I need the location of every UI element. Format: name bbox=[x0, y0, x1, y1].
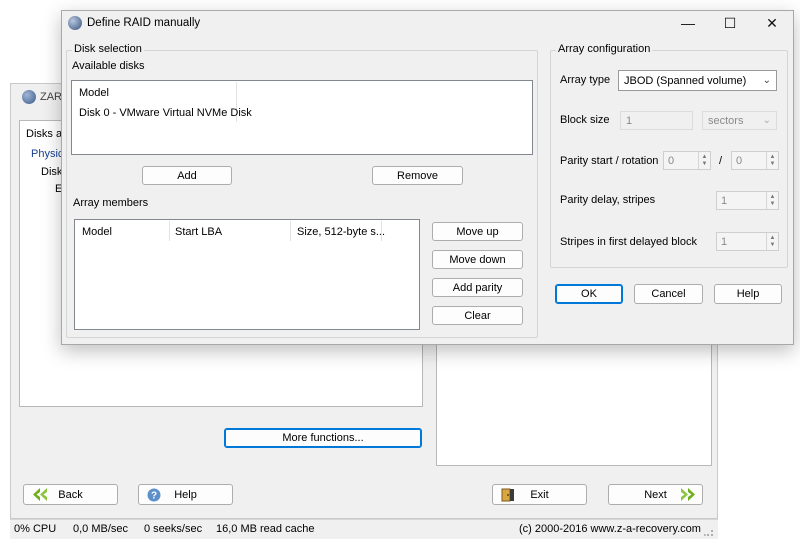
array-type-value: JBOD (Spanned volume) bbox=[624, 74, 747, 87]
back-button[interactable]: Back bbox=[23, 484, 118, 505]
column-separator bbox=[290, 221, 291, 241]
dialog-title: Define RAID manually bbox=[87, 17, 201, 29]
parity-delay-label: Parity delay, stripes bbox=[560, 194, 656, 206]
status-seeks: 0 seeks/sec bbox=[144, 523, 203, 535]
maximize-icon[interactable]: ☐ bbox=[710, 12, 750, 34]
resize-grip-icon[interactable] bbox=[704, 527, 714, 540]
main-window-title: ZAR bbox=[22, 90, 62, 104]
tree-header: Disks ar bbox=[26, 128, 66, 140]
parity-start-rotation-label: Parity start / rotation bbox=[560, 155, 659, 167]
remove-button[interactable]: Remove bbox=[372, 166, 463, 185]
double-chevron-left-icon bbox=[32, 488, 50, 504]
exit-button-label: Exit bbox=[530, 488, 549, 501]
disk-selection-label: Disk selection bbox=[72, 43, 144, 55]
stripes-delayed-label: Stripes in first delayed block bbox=[560, 236, 697, 248]
cancel-button[interactable]: Cancel bbox=[634, 284, 703, 304]
status-cpu: 0% CPU bbox=[14, 523, 57, 535]
members-start-lba-header[interactable]: Start LBA bbox=[175, 226, 222, 238]
spinner-arrows-icon[interactable]: ▲ ▼ bbox=[698, 152, 710, 169]
block-size-unit-select[interactable]: sectors ⌄ bbox=[702, 111, 777, 130]
help-main-button[interactable]: ? Help bbox=[138, 484, 233, 505]
app-logo-icon bbox=[22, 90, 36, 104]
svg-text:?: ? bbox=[151, 491, 157, 502]
status-rate: 0,0 MB/sec bbox=[73, 523, 129, 535]
column-separator bbox=[381, 221, 382, 241]
spinner-arrows-icon[interactable]: ▲ ▼ bbox=[766, 192, 778, 209]
double-chevron-right-icon bbox=[678, 488, 696, 504]
details-panel bbox=[436, 340, 712, 466]
clear-button[interactable]: Clear bbox=[432, 306, 523, 325]
stripes-delayed-value: 1 bbox=[721, 235, 728, 248]
status-cache: 16,0 MB read cache bbox=[216, 523, 315, 535]
array-members-label: Array members bbox=[73, 197, 149, 209]
spinner-arrows-icon[interactable]: ▲ ▼ bbox=[766, 152, 778, 169]
close-icon[interactable]: ✕ bbox=[752, 12, 792, 34]
add-parity-button[interactable]: Add parity bbox=[432, 278, 523, 297]
members-size-header[interactable]: Size, 512-byte s... bbox=[297, 226, 385, 238]
help-main-button-label: Help bbox=[174, 488, 197, 501]
chevron-down-icon: ⌄ bbox=[762, 74, 771, 86]
parity-delay-value: 1 bbox=[721, 194, 728, 207]
parity-rotation-value: 0 bbox=[736, 154, 743, 167]
exit-button[interactable]: Exit bbox=[492, 484, 587, 505]
parity-start-value: 0 bbox=[668, 154, 675, 167]
next-button[interactable]: Next bbox=[608, 484, 703, 505]
array-type-select[interactable]: JBOD (Spanned volume) ⌄ bbox=[618, 70, 777, 91]
parity-delay-spinner[interactable]: 1 ▲ ▼ bbox=[716, 191, 779, 210]
chevron-down-icon: ⌄ bbox=[762, 114, 771, 126]
column-separator bbox=[169, 221, 170, 241]
help-icon: ? bbox=[147, 488, 161, 505]
minimize-icon[interactable]: — bbox=[668, 12, 708, 34]
parity-separator: / bbox=[719, 155, 723, 167]
ok-button[interactable]: OK bbox=[555, 284, 623, 304]
app-logo-icon bbox=[68, 16, 82, 30]
move-down-button[interactable]: Move down bbox=[432, 250, 523, 269]
move-up-button[interactable]: Move up bbox=[432, 222, 523, 241]
parity-rotation-spinner[interactable]: 0 ▲ ▼ bbox=[731, 151, 779, 170]
status-copyright: (c) 2000-2016 www.z-a-recovery.com bbox=[519, 523, 701, 535]
tree-item-disk[interactable]: Disk bbox=[41, 166, 62, 178]
parity-start-spinner[interactable]: 0 ▲ ▼ bbox=[663, 151, 711, 170]
back-button-label: Back bbox=[58, 488, 83, 501]
available-disks-label: Available disks bbox=[72, 60, 145, 72]
stripes-delayed-spinner[interactable]: 1 ▲ ▼ bbox=[716, 232, 779, 251]
block-size-input[interactable]: 1 bbox=[620, 111, 693, 130]
block-size-unit-value: sectors bbox=[708, 114, 744, 127]
block-size-label: Block size bbox=[560, 114, 610, 126]
members-model-header[interactable]: Model bbox=[82, 226, 112, 238]
help-button[interactable]: Help bbox=[714, 284, 782, 304]
next-button-label: Next bbox=[644, 488, 667, 501]
tree-item-physical[interactable]: Physic bbox=[31, 148, 63, 160]
available-model-header[interactable]: Model bbox=[79, 87, 109, 99]
disk-list-item[interactable]: Disk 0 - VMware Virtual NVMe Disk bbox=[79, 107, 252, 119]
array-type-label: Array type bbox=[560, 74, 611, 86]
more-functions-button[interactable]: More functions... bbox=[224, 428, 422, 448]
add-button[interactable]: Add bbox=[142, 166, 232, 185]
array-configuration-label: Array configuration bbox=[556, 43, 653, 55]
spinner-arrows-icon[interactable]: ▲ ▼ bbox=[766, 233, 778, 250]
door-exit-icon bbox=[501, 488, 515, 505]
